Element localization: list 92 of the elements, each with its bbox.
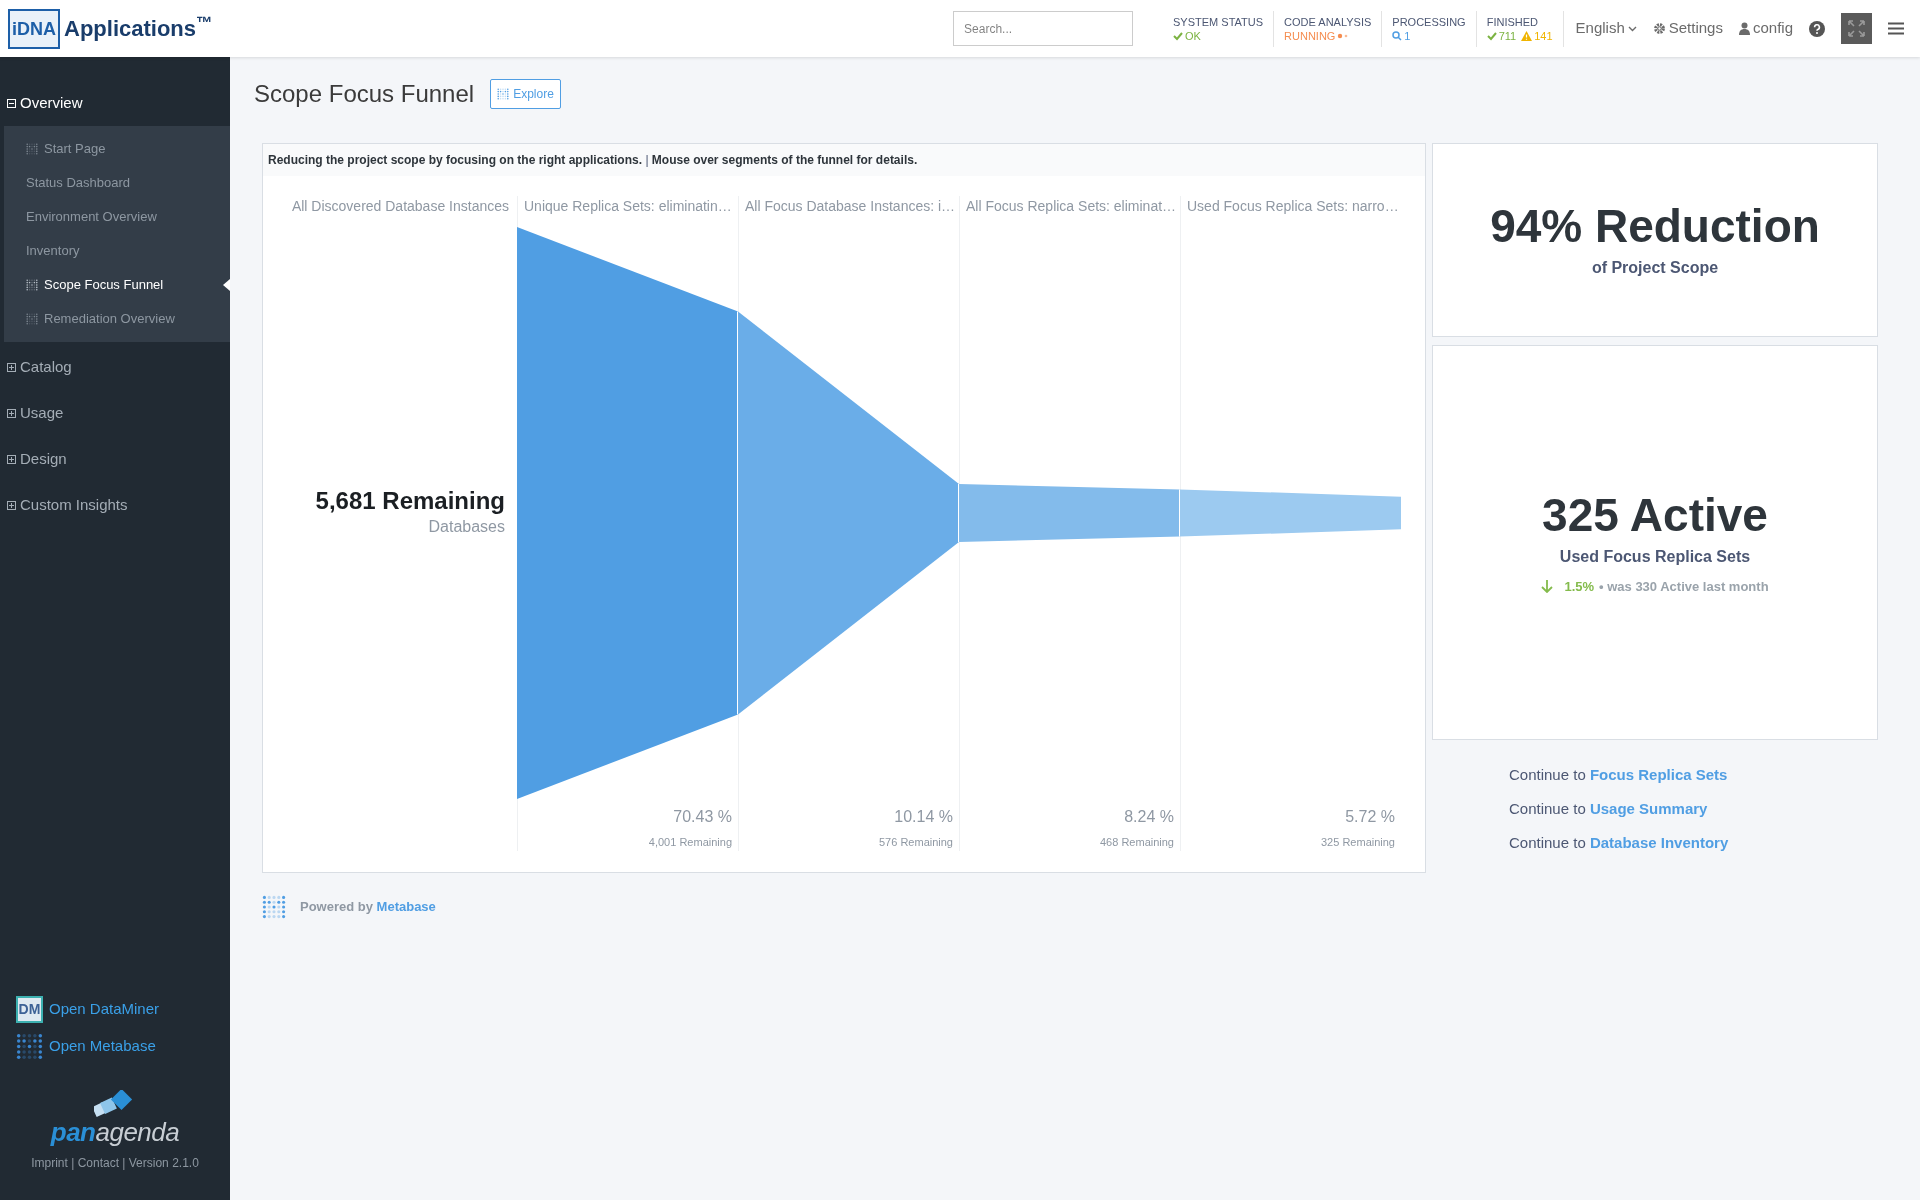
continue-text: Continue to Usage Summary [1509,799,1709,819]
help-icon[interactable] [1809,20,1825,37]
expand-icon [7,454,16,464]
status-label: CODE ANALYSIS [1284,14,1372,29]
nav-item[interactable]: Scope Focus Funnel [4,268,230,302]
powered-by-text: Powered by Metabase [300,898,436,917]
continue-link[interactable]: Database Inventory [1589,834,1729,851]
status-label: FINISHED [1486,14,1539,29]
stage-remaining: 325 Remaining [1320,835,1396,850]
status-value: RUNNING [1284,28,1336,43]
footer-text: Imprint | Contact | Version 2.1.0 [31,1155,199,1172]
nav-section[interactable]: Design [0,436,230,482]
status-label: PROCESSING [1392,14,1466,29]
nav-section[interactable]: Catalog [0,344,230,390]
app-name: Applications$^{™}$ [64,12,213,43]
nav-section[interactable]: Usage [0,390,230,436]
chevron-down-icon [1627,25,1637,32]
stage-percent: 5.72 % [1344,807,1396,827]
user-icon [1738,22,1750,35]
search-icon [1392,30,1403,41]
continue-text: Continue to Focus Replica Sets [1509,765,1729,785]
funnel-description: Reducing the project scope by focusing on the right applications. | Mouse over segments of the funnel for details. [268,152,918,169]
funnel-segment[interactable] [1180,489,1401,537]
funnel-segment[interactable] [517,227,738,799]
stage-percent: 8.24 % [1123,807,1175,827]
status-value: OK [1185,28,1201,43]
stage-label: Used Focus Replica Sets: narro… [1186,197,1400,216]
metabase-logo [16,1033,43,1060]
status-value: 1 [1404,28,1411,43]
stat-value: 325 Active [1542,488,1768,541]
brand-name: panagenda [50,1118,180,1146]
logo-mark[interactable]: iDNA [8,8,60,49]
sidebar-link[interactable]: Open Metabase [16,1033,230,1060]
arrow-down-icon [1541,580,1554,593]
nav-item[interactable]: Status Dashboard [4,166,230,200]
nav-section[interactable]: Overview [0,80,230,126]
stage-remaining: 576 Remaining [878,835,954,850]
funnel-segment[interactable] [959,484,1180,542]
stage-percent: 10.14 % [893,807,954,827]
selected-pointer [223,279,230,291]
stage-remaining: 4,001 Remaining [647,835,733,850]
activity-dots-icon [1337,32,1350,39]
check-icon [1486,30,1497,41]
metabase-icon [26,279,38,291]
settings-link[interactable]: Settings [1652,17,1723,40]
start-unit: Databases [428,517,505,537]
nav-section[interactable]: Custom Insights [0,482,230,528]
stage-remaining: 468 Remaining [1099,835,1175,850]
trend-note: • was 330 Active last month [1599,577,1769,596]
menu-icon[interactable] [1888,22,1904,35]
dataminer-logo: DM [16,996,43,1023]
funnel-segment[interactable] [738,311,959,715]
expand-icon [1848,20,1865,37]
metabase-link[interactable]: Metabase [376,899,436,915]
settings-icon [1652,22,1666,35]
stage-label: All Focus Replica Sets: eliminat… [965,197,1178,216]
search-field[interactable]: Search... [953,11,1134,46]
start-value: 5,681 Remaining [315,487,505,515]
status-value: 711 [1498,28,1517,43]
collapse-icon [7,98,16,108]
metabase-logo [262,895,286,919]
sidebar-link[interactable]: DM Open DataMiner [16,996,230,1023]
stat-caption: Used Focus Replica Sets [1559,546,1751,567]
nav-item[interactable]: Start Page [4,132,230,166]
metabase-icon [497,88,510,100]
continue-link[interactable]: Usage Summary [1589,800,1708,817]
stage-percent: 70.43 % [672,807,733,827]
stat-caption: of Project Scope [1591,258,1719,278]
status-label: SYSTEM STATUS [1173,14,1264,29]
nav-item[interactable]: Remediation Overview [4,302,230,336]
warning-icon [1521,30,1533,41]
explore-button[interactable]: Explore [490,79,561,109]
continue-link[interactable]: Focus Replica Sets [1589,766,1728,783]
continue-text: Continue to Database Inventory [1509,833,1730,853]
expand-icon [7,408,16,418]
stage-label: Unique Replica Sets: eliminatin… [523,197,733,216]
trend-change: 1.5% [1564,577,1595,596]
metabase-icon [26,143,38,155]
page-title: Scope Focus Funnel [254,79,475,109]
expand-icon [7,500,16,510]
stat-value: 94% Reduction [1490,200,1820,252]
stage-label: All Focus Database Instances: i… [744,197,957,216]
user-menu[interactable]: config [1738,17,1793,40]
expand-icon [7,362,16,372]
language-dropdown[interactable]: English [1575,17,1637,40]
status-value: 141 [1534,28,1553,43]
nav-item[interactable]: Environment Overview [4,200,230,234]
fullscreen-button[interactable] [1841,13,1872,44]
check-icon [1173,30,1184,41]
stage-label: All Discovered Database Instances [290,197,510,216]
nav-item[interactable]: Inventory [4,234,230,268]
metabase-icon [26,313,38,325]
